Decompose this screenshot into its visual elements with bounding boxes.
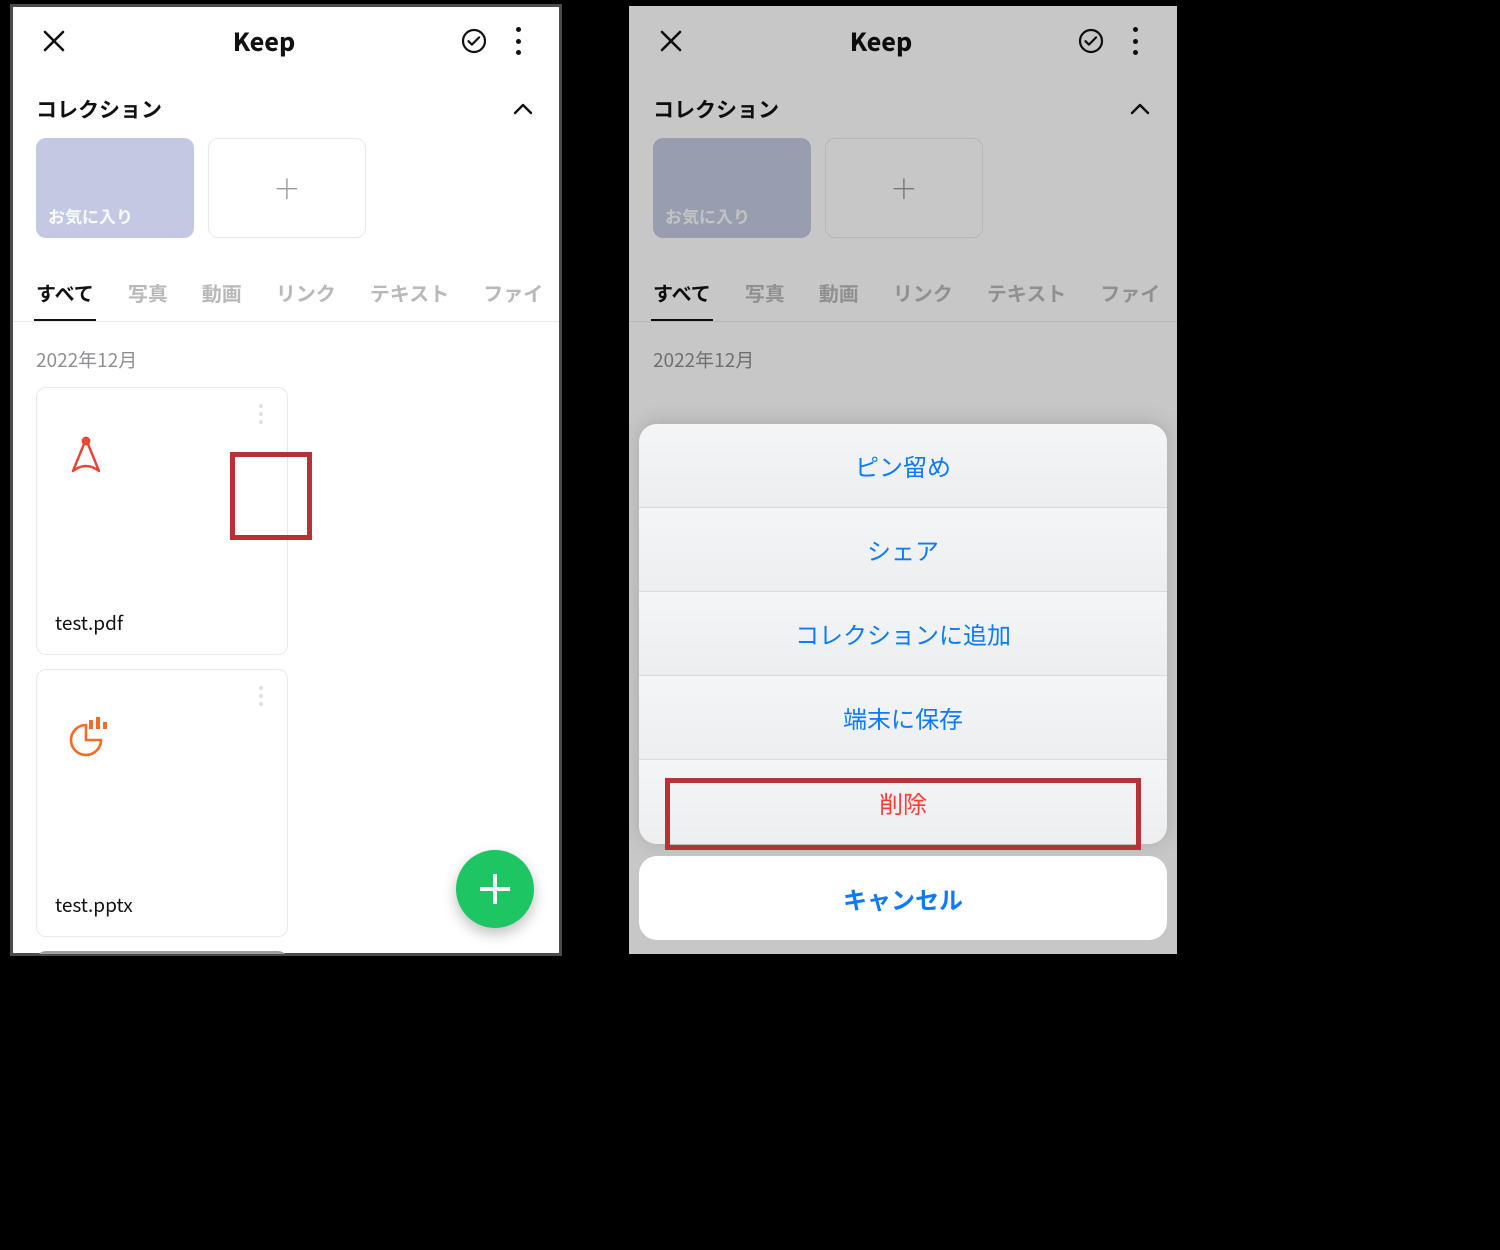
month-group-label: 2022年12月	[12, 322, 560, 387]
favorites-collection[interactable]: お気に入り	[653, 138, 811, 238]
file-name: test.pptx	[37, 891, 287, 936]
overflow-menu-icon[interactable]	[496, 19, 540, 63]
add-collection-button[interactable]: ＋	[825, 138, 983, 238]
collections-header[interactable]: コレクション	[629, 76, 1177, 134]
tab-text[interactable]: テキスト	[987, 278, 1066, 321]
add-fab[interactable]	[456, 850, 534, 928]
file-item-menu-0[interactable]	[243, 396, 279, 432]
pptx-icon	[63, 717, 109, 763]
phone-screen-right: Keep コレクション お気に入り ＋ すべて 写真 動画 リンク テキスト フ…	[629, 6, 1177, 954]
collections-heading: コレクション	[36, 94, 162, 124]
action-cancel[interactable]: キャンセル	[639, 856, 1167, 940]
plus-icon: ＋	[890, 168, 918, 208]
favorites-label: お気に入り	[48, 203, 133, 228]
file-item-image[interactable]	[36, 951, 288, 954]
file-item[interactable]: test.pptx	[36, 669, 288, 937]
tab-videos[interactable]: 動画	[819, 278, 859, 321]
collections-heading: コレクション	[653, 94, 779, 124]
tab-files[interactable]: ファイ	[1100, 278, 1160, 321]
file-name: test.pdf	[37, 609, 287, 654]
plus-icon: ＋	[273, 168, 301, 208]
tab-photos[interactable]: 写真	[745, 278, 785, 321]
action-share[interactable]: シェア	[639, 508, 1167, 592]
action-save-to-device[interactable]: 端末に保存	[639, 676, 1167, 760]
close-icon[interactable]	[649, 19, 693, 63]
select-mode-icon[interactable]	[452, 19, 496, 63]
favorites-label: お気に入り	[665, 203, 750, 228]
action-delete[interactable]: 削除	[639, 760, 1167, 844]
overflow-menu-icon[interactable]	[1113, 19, 1157, 63]
chevron-up-icon	[510, 96, 536, 122]
tab-links[interactable]: リンク	[893, 278, 953, 321]
phone-screen-left: Keep コレクション お気に入り ＋ すべて 写真 動画 リンク テキスト フ…	[12, 6, 560, 954]
tab-photos[interactable]: 写真	[128, 278, 168, 321]
action-add-to-collection[interactable]: コレクションに追加	[639, 592, 1167, 676]
tab-all[interactable]: すべて	[653, 278, 711, 321]
collections-header[interactable]: コレクション	[12, 76, 560, 134]
action-sheet: ピン留め シェア コレクションに追加 端末に保存 削除 キャンセル	[629, 424, 1177, 954]
month-group-label: 2022年12月	[629, 322, 1177, 387]
add-collection-button[interactable]: ＋	[208, 138, 366, 238]
close-icon[interactable]	[32, 19, 76, 63]
page-title: Keep	[693, 23, 1069, 59]
filter-tabs: すべて 写真 動画 リンク テキスト ファイ	[12, 250, 560, 322]
select-mode-icon[interactable]	[1069, 19, 1113, 63]
filter-tabs: すべて 写真 動画 リンク テキスト ファイ	[629, 250, 1177, 322]
favorites-collection[interactable]: お気に入り	[36, 138, 194, 238]
app-header: Keep	[12, 6, 560, 76]
file-item-menu-1[interactable]	[243, 678, 279, 714]
app-header: Keep	[629, 6, 1177, 76]
tab-all[interactable]: すべて	[36, 278, 94, 321]
pdf-icon	[63, 435, 109, 481]
tab-videos[interactable]: 動画	[202, 278, 242, 321]
chevron-up-icon	[1127, 96, 1153, 122]
collections-row: お気に入り ＋	[12, 134, 560, 250]
tab-text[interactable]: テキスト	[370, 278, 449, 321]
tab-files[interactable]: ファイ	[483, 278, 543, 321]
tab-links[interactable]: リンク	[276, 278, 336, 321]
collections-row: お気に入り ＋	[629, 134, 1177, 250]
page-title: Keep	[76, 23, 452, 59]
file-item[interactable]: test.pdf	[36, 387, 288, 655]
action-pin[interactable]: ピン留め	[639, 424, 1167, 508]
